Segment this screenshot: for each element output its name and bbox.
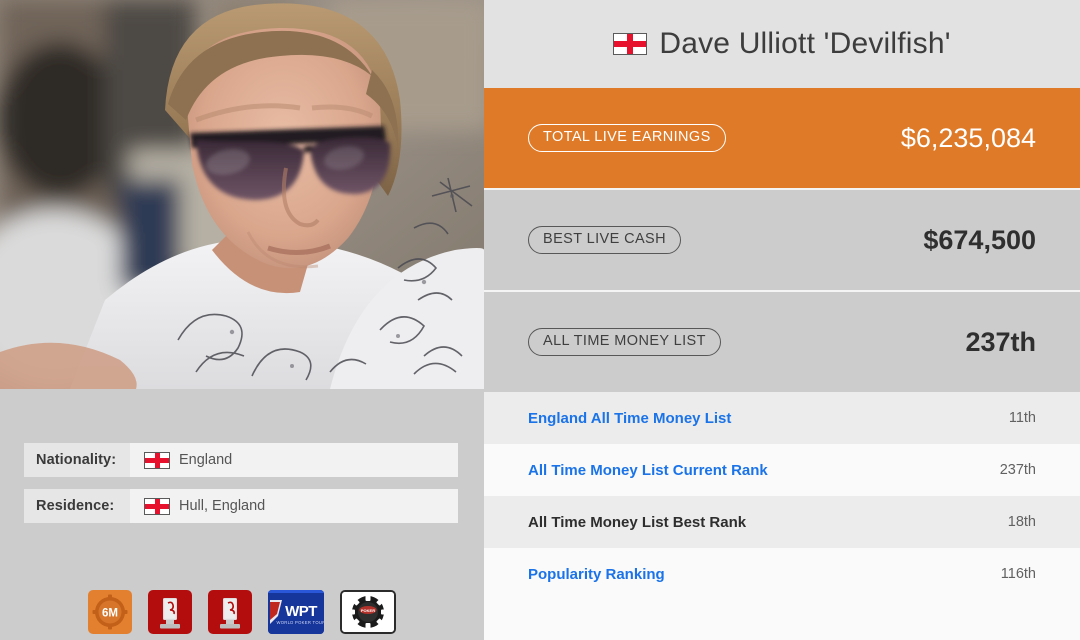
left-panel: Nationality: England Residence: Hull, En… (0, 0, 484, 640)
table-row: All Time Money List Best Rank 18th (484, 496, 1080, 548)
stat-value-best-live-cash: $674,500 (923, 224, 1036, 255)
ranking-value-all-time-money-list-current-rank: 237th (999, 462, 1036, 478)
table-row[interactable]: England All Time Money List 11th (484, 392, 1080, 444)
ranking-link-england-all-time-money-list[interactable]: England All Time Money List (528, 410, 731, 427)
page-title: Dave Ulliott 'Devilfish' (659, 27, 951, 60)
ranking-link-popularity-ranking[interactable]: Popularity Ranking (528, 566, 665, 583)
info-table: Nationality: England Residence: Hull, En… (24, 443, 458, 535)
table-row[interactable]: Popularity Ranking 116th (484, 548, 1080, 600)
badge-row: 6M WPT WORLD POKER TOUR POKER (88, 590, 396, 634)
info-value-nationality: England (130, 443, 458, 477)
england-flag-icon (613, 33, 648, 55)
ranking-value-all-time-money-list-best-rank: 18th (1007, 514, 1036, 530)
profile-header: Dave Ulliott 'Devilfish' (484, 0, 1080, 88)
ranking-label-all-time-money-list-best-rank: All Time Money List Best Rank (528, 513, 747, 531)
info-label-nationality: Nationality: (24, 443, 130, 477)
info-row-residence: Residence: Hull, England (24, 489, 458, 523)
stat-value-all-time-money-list: 237th (965, 326, 1036, 357)
england-flag-icon (144, 451, 170, 469)
stat-band-total-live-earnings: TOTAL LIVE EARNINGS $6,235,084 (484, 88, 1080, 188)
svg-text:WORLD POKER TOUR: WORLD POKER TOUR (276, 620, 324, 625)
stat-label-total-live-earnings: TOTAL LIVE EARNINGS (528, 124, 726, 152)
stat-band-all-time-money-list: ALL TIME MONEY LIST 237th (484, 292, 1080, 392)
svg-text:POKER: POKER (361, 608, 375, 613)
ranking-value-england-all-time-money-list: 11th (1008, 410, 1036, 426)
info-value-nationality-text: England (179, 452, 233, 468)
poker-chip-badge[interactable]: POKER (340, 590, 396, 634)
info-label-residence: Residence: (24, 489, 130, 523)
player-photo (0, 0, 484, 389)
ranking-value-popularity-ranking: 116th (1000, 566, 1036, 582)
info-row-nationality: Nationality: England (24, 443, 458, 477)
stat-label-all-time-money-list: ALL TIME MONEY LIST (528, 328, 721, 356)
info-value-residence: Hull, England (130, 489, 458, 523)
player-profile-page: Nationality: England Residence: Hull, En… (0, 0, 1080, 640)
six-million-badge[interactable]: 6M (88, 590, 132, 634)
england-flag-icon (144, 497, 170, 515)
svg-text:6M: 6M (102, 608, 118, 620)
svg-text:WPT: WPT (285, 603, 317, 620)
trophy-badge-1[interactable] (148, 590, 192, 634)
wpt-badge[interactable]: WPT WORLD POKER TOUR (268, 590, 324, 634)
ranking-link-all-time-money-list-current-rank[interactable]: All Time Money List Current Rank (528, 462, 768, 479)
stat-value-total-live-earnings: $6,235,084 (900, 122, 1036, 153)
table-row[interactable]: All Time Money List Current Rank 237th (484, 444, 1080, 496)
right-panel: Dave Ulliott 'Devilfish' TOTAL LIVE EARN… (484, 0, 1080, 640)
stat-band-best-live-cash: BEST LIVE CASH $674,500 (484, 190, 1080, 290)
stat-label-best-live-cash: BEST LIVE CASH (528, 226, 681, 254)
trophy-badge-2[interactable] (208, 590, 252, 634)
ranking-list: England All Time Money List 11th All Tim… (484, 392, 1080, 640)
info-value-residence-text: Hull, England (179, 498, 266, 514)
